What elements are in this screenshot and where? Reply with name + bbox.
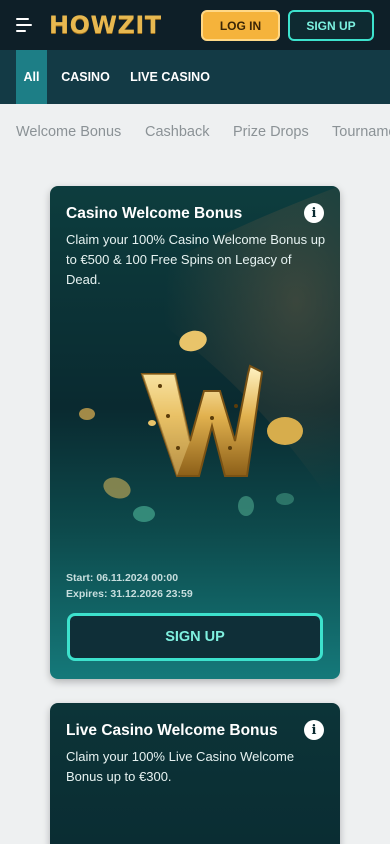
promo-title: Casino Welcome Bonus <box>66 205 243 222</box>
brand-logo[interactable]: HOWZIT <box>49 11 162 39</box>
promo-title: Live Casino Welcome Bonus <box>66 722 278 739</box>
login-button[interactable]: LOG IN <box>201 10 280 41</box>
promo-signup-button[interactable]: SIGN UP <box>67 613 323 661</box>
promo-dates: Start: 06.11.2024 00:00 Expires: 31.12.2… <box>66 570 193 602</box>
category-nav: All CASINO LIVE CASINO <box>0 50 390 104</box>
subtab-prize-drops[interactable]: Prize Drops <box>233 124 309 140</box>
subtab-welcome-bonus[interactable]: Welcome Bonus <box>16 124 121 140</box>
menu-icon[interactable] <box>16 18 32 32</box>
promo-expiry-date: Expires: 31.12.2026 23:59 <box>66 588 193 600</box>
subtab-cashback[interactable]: Cashback <box>145 124 209 140</box>
tab-all[interactable]: All <box>16 50 47 104</box>
promo-description: Claim your 100% Live Casino Welcome Bonu… <box>66 749 295 784</box>
top-header: HOWZIT LOG IN SIGN UP <box>0 0 390 50</box>
tab-live-casino[interactable]: LIVE CASINO <box>128 50 212 104</box>
tab-casino[interactable]: CASINO <box>58 50 113 104</box>
promo-description: Claim your 100% Casino Welcome Bonus up … <box>66 232 326 287</box>
promo-type-tabs: Welcome Bonus Cashback Prize Drops Tourn… <box>0 104 390 160</box>
signup-button[interactable]: SIGN UP <box>288 10 374 41</box>
info-icon[interactable]: i <box>304 203 324 223</box>
subtab-tournaments[interactable]: Tournaments <box>332 124 390 140</box>
promo-card-casino-welcome: Casino Welcome Bonus i Claim your 100% C… <box>50 186 340 679</box>
promo-start-date: Start: 06.11.2024 00:00 <box>66 572 179 584</box>
info-icon[interactable]: i <box>304 720 324 740</box>
promo-card-live-casino-welcome: Live Casino Welcome Bonus i Claim your 1… <box>50 703 340 844</box>
